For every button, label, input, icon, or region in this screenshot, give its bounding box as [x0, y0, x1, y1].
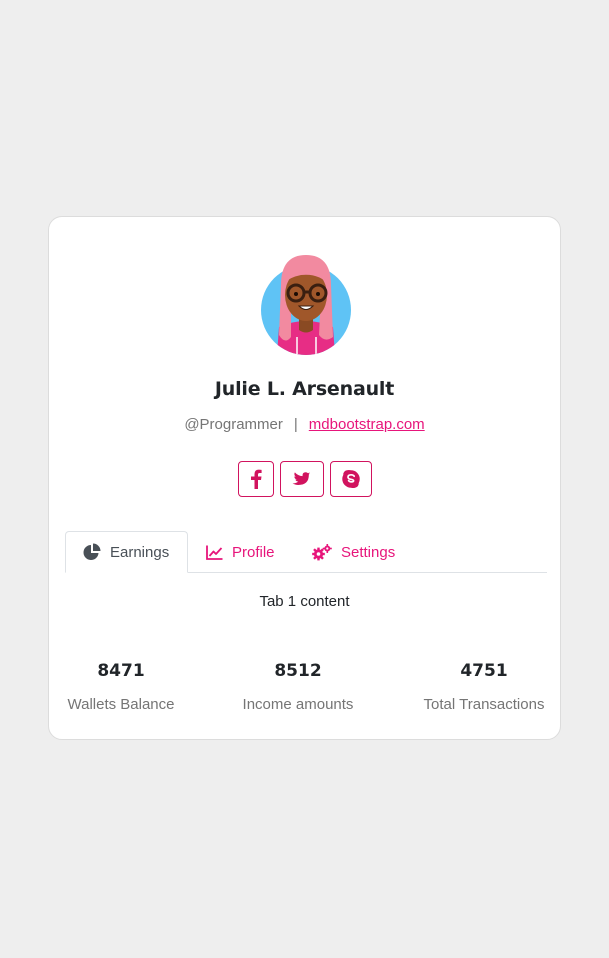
stat-label: Total Transactions	[423, 696, 545, 713]
stat-value: 4751	[460, 661, 508, 681]
facebook-button[interactable]	[238, 461, 274, 497]
separator: |	[293, 416, 298, 433]
twitter-icon	[292, 472, 311, 485]
tab-content: Tab 1 content	[259, 593, 350, 610]
stat-label: Income amounts	[242, 696, 354, 713]
profile-name: Julie L. Arsenault	[214, 378, 395, 400]
profile-handle: @Programmer	[184, 416, 283, 433]
avatar	[261, 255, 351, 355]
tab-earnings-label: Earnings	[110, 543, 170, 561]
twitter-button[interactable]	[280, 461, 324, 497]
stat-wallets-balance: 8471 Wallets Balance	[65, 661, 177, 713]
facebook-icon	[251, 469, 262, 489]
tab-profile[interactable]: Profile	[206, 531, 275, 573]
stat-income-amounts: 8512 Income amounts	[240, 661, 356, 713]
pie-chart-icon	[83, 543, 101, 560]
gears-icon	[312, 543, 332, 560]
social-buttons	[238, 461, 372, 497]
skype-button[interactable]	[330, 461, 372, 497]
tab-profile-label: Profile	[232, 543, 275, 561]
stat-label: Wallets Balance	[67, 696, 175, 713]
tab-bar: Earnings Profile Settings	[65, 531, 547, 573]
skype-icon	[342, 470, 360, 488]
stat-total-transactions: 4751 Total Transactions	[420, 661, 548, 713]
tab-settings[interactable]: Settings	[312, 531, 395, 573]
line-chart-icon	[206, 545, 223, 560]
stat-value: 8512	[274, 661, 322, 681]
tab-earnings[interactable]: Earnings	[65, 531, 188, 573]
stat-value: 8471	[97, 661, 145, 681]
tab-settings-label: Settings	[341, 543, 396, 561]
profile-subline: @Programmer | mdbootstrap.com	[49, 416, 560, 433]
profile-card: Julie L. Arsenault @Programmer | mdbootstr…	[48, 216, 561, 740]
website-link[interactable]: mdbootstrap.com	[309, 416, 425, 433]
